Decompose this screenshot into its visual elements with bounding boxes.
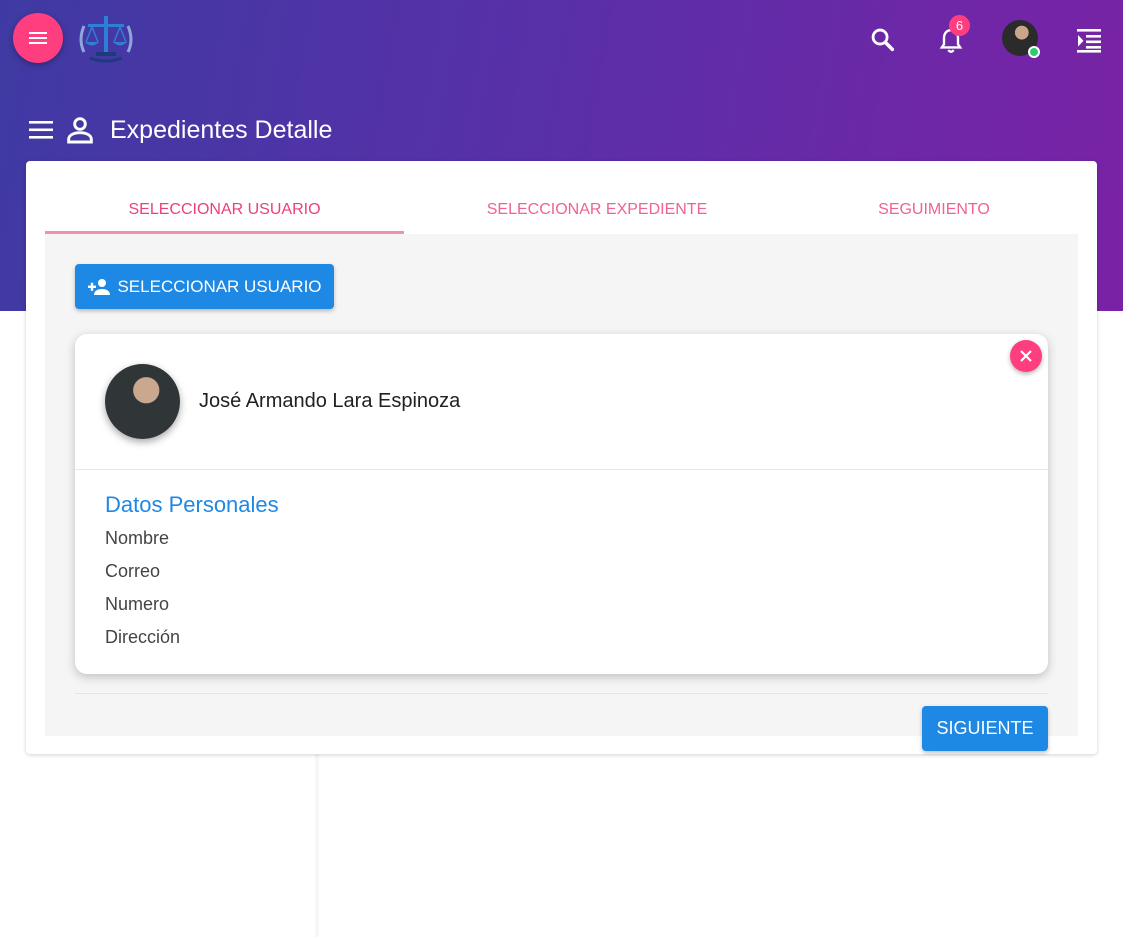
field-nombre: Nombre — [105, 528, 170, 548]
scales-logo — [79, 16, 133, 63]
tab-seleccionar-usuario[interactable]: SELECCIONAR USUARIO — [45, 185, 404, 234]
menu-open-icon — [1077, 29, 1101, 53]
selected-user-card: José Armando Lara Espinoza Datos Persona… — [75, 334, 1048, 674]
page-title: Expedientes Detalle — [110, 115, 333, 144]
tab-seguimiento[interactable]: SEGUIMIENTO — [790, 185, 1078, 234]
menu-button[interactable] — [13, 13, 63, 63]
main-card: SELECCIONAR USUARIO SELECCIONAR EXPEDIEN… — [26, 161, 1097, 754]
menu-icon — [29, 32, 47, 44]
page-header: Expedientes Detalle — [28, 108, 332, 152]
actions-divider — [75, 693, 1048, 694]
close-icon — [1020, 350, 1032, 362]
divider — [75, 469, 1048, 470]
step-content: SELECCIONAR USUARIO José Armando Lara Es… — [45, 234, 1078, 736]
field-numero: Numero — [105, 594, 170, 614]
tab-label: SELECCIONAR EXPEDIENTE — [486, 200, 708, 218]
next-button[interactable]: SIGUIENTE — [922, 706, 1048, 751]
user-avatar-large — [105, 364, 180, 439]
user-name: José Armando Lara Espinoza — [199, 390, 461, 412]
search-icon — [871, 28, 895, 52]
tab-label: SELECCIONAR USUARIO — [128, 200, 321, 218]
field-direccion: Dirección — [105, 627, 181, 647]
search-button[interactable] — [866, 23, 900, 57]
hamburger-icon[interactable] — [28, 119, 54, 141]
stepper-tabs: SELECCIONAR USUARIO SELECCIONAR EXPEDIEN… — [45, 185, 1078, 234]
remove-user-button[interactable] — [1010, 340, 1042, 372]
person-icon — [67, 117, 93, 144]
online-status-indicator — [1028, 46, 1040, 58]
right-panel-toggle[interactable] — [1074, 25, 1104, 55]
next-button-label: SIGUIENTE — [936, 718, 1034, 738]
tab-label: SEGUIMIENTO — [878, 200, 990, 218]
add-user-icon — [88, 278, 111, 295]
field-correo: Correo — [105, 561, 161, 581]
select-user-button[interactable]: SELECCIONAR USUARIO — [75, 264, 334, 309]
select-user-button-label: SELECCIONAR USUARIO — [117, 276, 322, 296]
notification-badge: 6 — [949, 15, 970, 36]
personal-data-title: Datos Personales — [105, 492, 279, 517]
tab-seleccionar-expediente[interactable]: SELECCIONAR EXPEDIENTE — [404, 185, 790, 234]
